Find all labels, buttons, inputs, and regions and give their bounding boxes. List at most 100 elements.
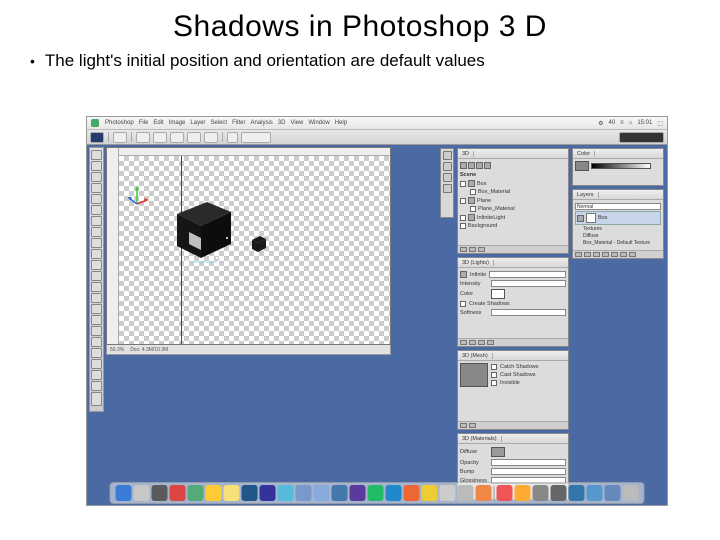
scene-item-plane-mat[interactable]: Plane_Material [478, 206, 515, 212]
dock-app-icon[interactable] [296, 485, 312, 501]
dock-app-icon[interactable] [605, 485, 621, 501]
menu-image[interactable]: Image [169, 120, 186, 126]
3d-cube-small[interactable] [249, 234, 269, 254]
menu-view[interactable]: View [290, 120, 303, 126]
opt-rotate-3d[interactable] [136, 132, 150, 143]
menulet-4[interactable]: ⌂ [629, 120, 633, 127]
adj-icon[interactable] [602, 252, 609, 257]
vis-toggle[interactable] [460, 223, 466, 229]
light-dropdown[interactable] [489, 271, 566, 278]
mat-diffuse-swatch[interactable] [491, 447, 505, 457]
dock-app-icon[interactable] [116, 485, 132, 501]
move-tool-icon[interactable] [91, 150, 102, 160]
zoom-tool-icon[interactable] [91, 381, 102, 391]
dodge-tool-icon[interactable] [91, 293, 102, 303]
panel-btn[interactable] [460, 340, 467, 345]
scene-item-plane[interactable]: Plane [477, 198, 491, 204]
pen-tool-icon[interactable] [91, 304, 102, 314]
fx-icon[interactable] [584, 252, 591, 257]
dock-app-icon[interactable] [476, 485, 492, 501]
layer-row[interactable]: Box [575, 211, 661, 225]
panel-btn[interactable] [478, 247, 485, 252]
menu-filter[interactable]: Filter [232, 120, 245, 126]
opt-scale-3d[interactable] [204, 132, 218, 143]
menu-select[interactable]: Select [210, 120, 227, 126]
clock[interactable]: 15:01 [637, 120, 652, 127]
strip-icon-4[interactable] [443, 184, 452, 193]
dock-app-icon[interactable] [134, 485, 150, 501]
dock-app-icon[interactable] [533, 485, 549, 501]
chk-catch[interactable] [491, 364, 497, 370]
input-bump[interactable] [491, 468, 566, 475]
3d-rotate-tool-icon[interactable] [91, 348, 102, 358]
dock-app-icon[interactable] [422, 485, 438, 501]
chk-invisible[interactable] [491, 380, 497, 386]
panel-btn[interactable] [469, 247, 476, 252]
input-opacity[interactable] [491, 459, 566, 466]
menu-window[interactable]: Window [308, 120, 329, 126]
tab-layers[interactable]: Layers [573, 192, 599, 198]
dock-app-icon[interactable] [515, 485, 531, 501]
dock-app-icon[interactable] [587, 485, 603, 501]
mask-icon[interactable] [593, 252, 600, 257]
filter-scene-icon[interactable] [460, 162, 467, 169]
stamp-tool-icon[interactable] [91, 238, 102, 248]
marquee-tool-icon[interactable] [91, 161, 102, 171]
opt-roll-3d[interactable] [153, 132, 167, 143]
strip-icon-1[interactable] [443, 151, 452, 160]
tab-3d[interactable]: 3D [458, 151, 474, 157]
menulet-1[interactable]: ⚙ [598, 120, 603, 127]
dock-app-icon[interactable] [242, 485, 258, 501]
menu-app[interactable]: Photoshop [105, 120, 134, 126]
link-icon[interactable] [575, 252, 582, 257]
panel-btn[interactable] [469, 340, 476, 345]
dock-app-icon[interactable] [386, 485, 402, 501]
opt-dropdown[interactable] [241, 132, 271, 143]
trash-icon[interactable] [629, 252, 636, 257]
vis-toggle[interactable] [460, 181, 466, 187]
chk-cast[interactable] [491, 372, 497, 378]
heal-tool-icon[interactable] [91, 216, 102, 226]
opt-tool-preset[interactable] [113, 132, 127, 143]
vis-toggle[interactable] [470, 189, 476, 195]
type-tool-icon[interactable] [91, 315, 102, 325]
dock-app-icon[interactable] [278, 485, 294, 501]
group-icon[interactable] [611, 252, 618, 257]
dock-app-icon[interactable] [188, 485, 204, 501]
opt-home-icon[interactable] [227, 132, 238, 143]
blur-tool-icon[interactable] [91, 282, 102, 292]
dock-app-icon[interactable] [497, 485, 513, 501]
color-swatch[interactable] [491, 289, 505, 299]
brush-tool-icon[interactable] [91, 227, 102, 237]
dock-app-icon[interactable] [314, 485, 330, 501]
lasso-tool-icon[interactable] [91, 172, 102, 182]
scene-item-box[interactable]: Box [477, 181, 486, 187]
filter-light-icon[interactable] [484, 162, 491, 169]
menulet-3[interactable]: ≡ [620, 120, 624, 127]
document-window[interactable] [106, 147, 391, 345]
panel-btn[interactable] [487, 340, 494, 345]
menu-file[interactable]: File [139, 120, 149, 126]
shape-tool-icon[interactable] [91, 337, 102, 347]
3d-cube-object[interactable] [167, 198, 239, 264]
menu-help[interactable]: Help [335, 120, 347, 126]
filter-mesh-icon[interactable] [468, 162, 475, 169]
dock-app-icon[interactable] [170, 485, 186, 501]
scene-item-box-mat[interactable]: Box_Material [478, 189, 510, 195]
vis-toggle[interactable] [470, 206, 476, 212]
menu-edit[interactable]: Edit [153, 120, 163, 126]
panel-btn[interactable] [460, 247, 467, 252]
dock-app-icon[interactable] [458, 485, 474, 501]
menulet-2[interactable]: 40 [608, 120, 615, 127]
tab-3d-materials[interactable]: 3D (Materials) [458, 436, 502, 442]
chk-shadows[interactable] [460, 301, 466, 307]
spotlight-icon[interactable]: ⬚ [657, 120, 663, 127]
menu-analysis[interactable]: Analysis [250, 120, 272, 126]
scene-item-bg[interactable]: Background [468, 223, 497, 229]
color-ramp[interactable] [591, 163, 651, 169]
vis-toggle[interactable] [460, 215, 466, 221]
tab-color[interactable]: Color [573, 151, 595, 157]
history-brush-icon[interactable] [91, 249, 102, 259]
dock-app-icon[interactable] [206, 485, 222, 501]
dock-app-icon[interactable] [440, 485, 456, 501]
